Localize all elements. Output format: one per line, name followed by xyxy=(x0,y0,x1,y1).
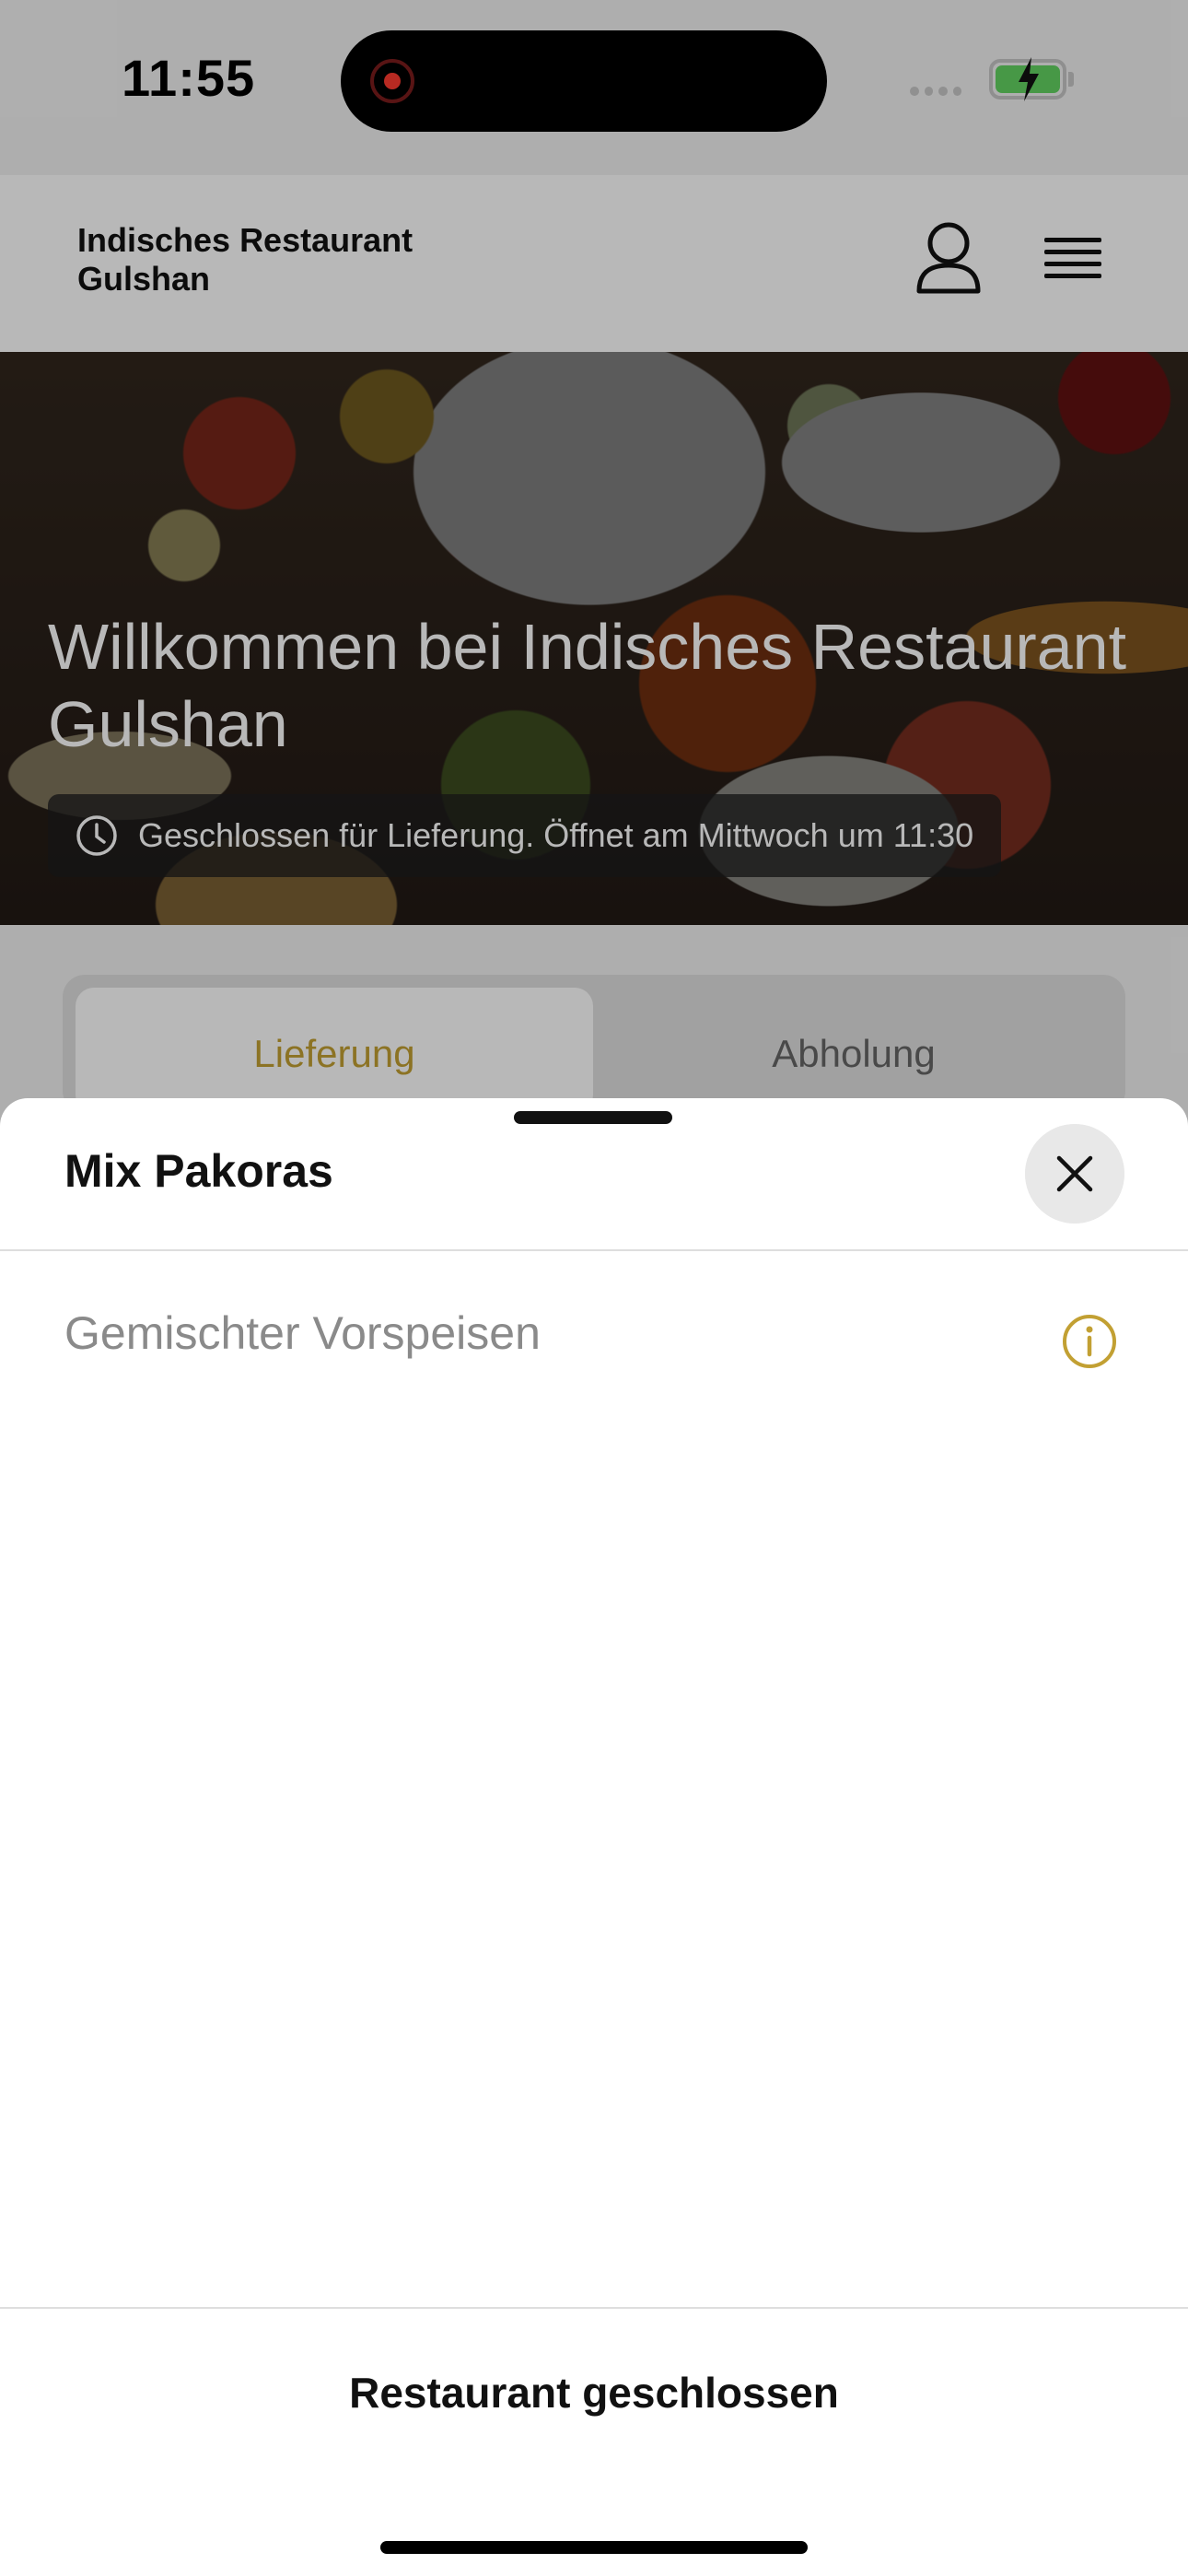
home-indicator[interactable] xyxy=(380,2541,808,2554)
divider xyxy=(0,2307,1188,2309)
item-description: Gemischter Vorspeisen xyxy=(64,1307,541,1359)
item-title: Mix Pakoras xyxy=(64,1145,333,1197)
sheet-grabber[interactable] xyxy=(514,1111,672,1124)
close-icon[interactable] xyxy=(1025,1124,1124,1224)
restaurant-closed-button[interactable]: Restaurant geschlossen xyxy=(0,2368,1188,2418)
info-icon[interactable] xyxy=(1061,1313,1118,1370)
divider xyxy=(0,1249,1188,1251)
